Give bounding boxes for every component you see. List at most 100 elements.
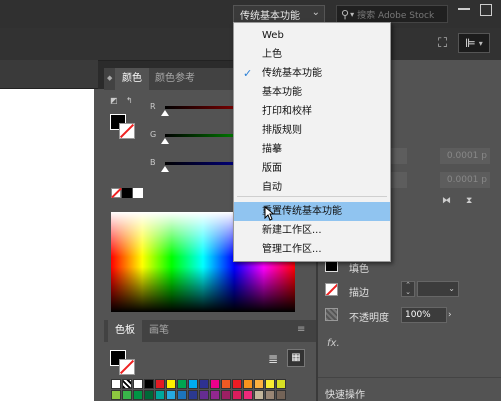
quick-actions-label: 快速操作 bbox=[325, 390, 365, 401]
opacity-label: 不透明度 bbox=[349, 313, 389, 324]
none-color-swatch[interactable] bbox=[111, 187, 122, 199]
swatch-white[interactable] bbox=[133, 379, 143, 389]
tab-color-guide[interactable]: 颜色参考 bbox=[148, 68, 202, 90]
default-colors-icon[interactable]: ◩ bbox=[110, 96, 118, 105]
menu-item-layout[interactable]: 版面 bbox=[234, 159, 390, 178]
menu-item-manage-workspaces[interactable]: 管理工作区... bbox=[234, 240, 390, 259]
opacity-field[interactable]: 100% bbox=[401, 307, 447, 323]
slider-label-g: G bbox=[150, 130, 157, 139]
opacity-icon bbox=[325, 308, 338, 321]
swatch-red[interactable] bbox=[155, 379, 165, 389]
menu-item-typography[interactable]: 排版规则 bbox=[234, 121, 390, 140]
swatch-yellow[interactable] bbox=[166, 379, 176, 389]
artboard-canvas[interactable] bbox=[0, 89, 94, 401]
menu-separator bbox=[237, 196, 387, 197]
white-color-swatch[interactable] bbox=[133, 188, 143, 198]
stroke-label: 描边 bbox=[349, 288, 369, 299]
stock-search-field[interactable]: ⚲ ▾ 搜索 Adobe Stock bbox=[336, 5, 448, 23]
arrange-documents-icon[interactable]: ⛶ bbox=[438, 36, 447, 51]
menu-item-essentials[interactable]: 基本功能 bbox=[234, 83, 390, 102]
swatches-stroke-swatch[interactable] bbox=[119, 359, 135, 375]
menu-item-essentials-classic[interactable]: ✓ 传统基本功能 bbox=[234, 64, 390, 83]
swatch-amber[interactable] bbox=[254, 379, 264, 389]
swatch-none[interactable] bbox=[111, 379, 121, 389]
properties-stroke-swatch[interactable] bbox=[325, 283, 338, 296]
dim-field-1[interactable]: 0.0001 p bbox=[440, 148, 490, 164]
dim-field-2[interactable]: 0.0001 p bbox=[440, 172, 490, 188]
fx-label[interactable]: fx. bbox=[327, 338, 340, 349]
swatch-black[interactable] bbox=[144, 379, 154, 389]
tab-swatches[interactable]: 色板 bbox=[108, 320, 142, 342]
slider-label-b: B bbox=[150, 158, 156, 167]
swatch-violet[interactable] bbox=[210, 390, 220, 400]
swap-colors-icon[interactable]: ↰ bbox=[126, 96, 133, 105]
stroke-weight-stepper[interactable]: ⌃ ⌄ bbox=[401, 281, 415, 297]
maximize-icon[interactable] bbox=[480, 4, 492, 16]
workspace-switcher-label: 传统基本功能 bbox=[240, 10, 300, 22]
menu-item-painting[interactable]: 上色 bbox=[234, 45, 390, 64]
menu-item-reset-workspace[interactable]: 重置传统基本功能 bbox=[234, 202, 390, 221]
canvas-pasteboard bbox=[94, 89, 104, 401]
swatch-green-2[interactable] bbox=[122, 390, 132, 400]
swatch-brown[interactable] bbox=[276, 390, 286, 400]
stock-search-placeholder: 搜索 Adobe Stock bbox=[357, 10, 435, 21]
fill-label: 填色 bbox=[349, 264, 369, 275]
menu-item-web[interactable]: Web bbox=[234, 26, 390, 45]
flip-vertical-icon[interactable]: ⧗ bbox=[466, 196, 472, 206]
swatch-yellow-2[interactable] bbox=[265, 379, 275, 389]
swatch-orange-2[interactable] bbox=[243, 379, 253, 389]
workspace-menu: Web 上色 ✓ 传统基本功能 基本功能 打印和校样 排版规则 描摹 版面 自动 … bbox=[233, 22, 391, 262]
flip-horizontal-icon[interactable]: ⧓ bbox=[442, 196, 451, 206]
swatch-navy[interactable] bbox=[188, 390, 198, 400]
tab-color[interactable]: 颜色 bbox=[115, 68, 149, 90]
swatch-cyan[interactable] bbox=[188, 379, 198, 389]
swatch-rose[interactable] bbox=[232, 390, 242, 400]
swatch-pink[interactable] bbox=[243, 390, 253, 400]
swatch-blue-2[interactable] bbox=[177, 390, 187, 400]
swatch-plum[interactable] bbox=[221, 390, 231, 400]
swatch-dark-green[interactable] bbox=[133, 390, 143, 400]
workspace-switcher[interactable]: 传统基本功能 ⌄ bbox=[233, 5, 325, 23]
chevron-down-icon: ▾ bbox=[350, 9, 355, 19]
swatch-lime[interactable] bbox=[276, 379, 286, 389]
swatch-blue[interactable] bbox=[199, 379, 209, 389]
swatch-orange[interactable] bbox=[221, 379, 231, 389]
menu-item-new-workspace[interactable]: 新建工作区... bbox=[234, 221, 390, 240]
swatch-registration[interactable] bbox=[122, 379, 132, 389]
search-icon: ⚲ bbox=[341, 7, 350, 21]
swatch-taupe[interactable] bbox=[265, 390, 275, 400]
checkmark-icon: ✓ bbox=[243, 67, 253, 80]
chevron-right-icon[interactable]: › bbox=[448, 307, 460, 323]
swatch-purple[interactable] bbox=[199, 390, 209, 400]
swatches-panel-tabs: 色板 画笔 ≡ bbox=[104, 320, 316, 342]
workspace-button[interactable]: ⊫ ▾ bbox=[458, 33, 490, 53]
document-tab-area bbox=[0, 60, 98, 89]
swatch-magenta[interactable] bbox=[210, 379, 220, 389]
swatch-tan[interactable] bbox=[254, 390, 264, 400]
stroke-swatch[interactable] bbox=[119, 123, 135, 139]
swatch-red-2[interactable] bbox=[232, 379, 242, 389]
black-color-swatch[interactable] bbox=[122, 188, 132, 198]
tab-brushes[interactable]: 画笔 bbox=[142, 320, 176, 342]
chevron-down-icon: ⌄ bbox=[311, 7, 320, 18]
panel-expand-icon[interactable]: ◆ bbox=[107, 74, 112, 82]
chevron-down-icon: ▾ bbox=[478, 38, 483, 48]
swatch-teal[interactable] bbox=[155, 390, 165, 400]
panel-menu-icon[interactable]: ≡ bbox=[297, 324, 305, 335]
swatch-forest[interactable] bbox=[144, 390, 154, 400]
stroke-weight-dropdown[interactable]: ⌄ bbox=[417, 281, 459, 297]
list-view-icon[interactable]: ≣ bbox=[268, 352, 278, 366]
swatch-green[interactable] bbox=[177, 379, 187, 389]
minimize-icon[interactable] bbox=[458, 8, 470, 10]
slider-thumb-r[interactable] bbox=[161, 110, 169, 116]
slider-label-r: R bbox=[150, 102, 156, 111]
menu-item-tracing[interactable]: 描摹 bbox=[234, 140, 390, 159]
slider-thumb-b[interactable] bbox=[161, 166, 169, 172]
mouse-cursor-icon bbox=[264, 206, 274, 221]
grid-view-icon[interactable]: ▦ bbox=[287, 349, 305, 367]
slider-thumb-g[interactable] bbox=[161, 138, 169, 144]
menu-item-printing-proofing[interactable]: 打印和校样 bbox=[234, 102, 390, 121]
swatch-light-green[interactable] bbox=[111, 390, 121, 400]
menu-item-automation[interactable]: 自动 bbox=[234, 178, 390, 197]
swatch-sky[interactable] bbox=[166, 390, 176, 400]
